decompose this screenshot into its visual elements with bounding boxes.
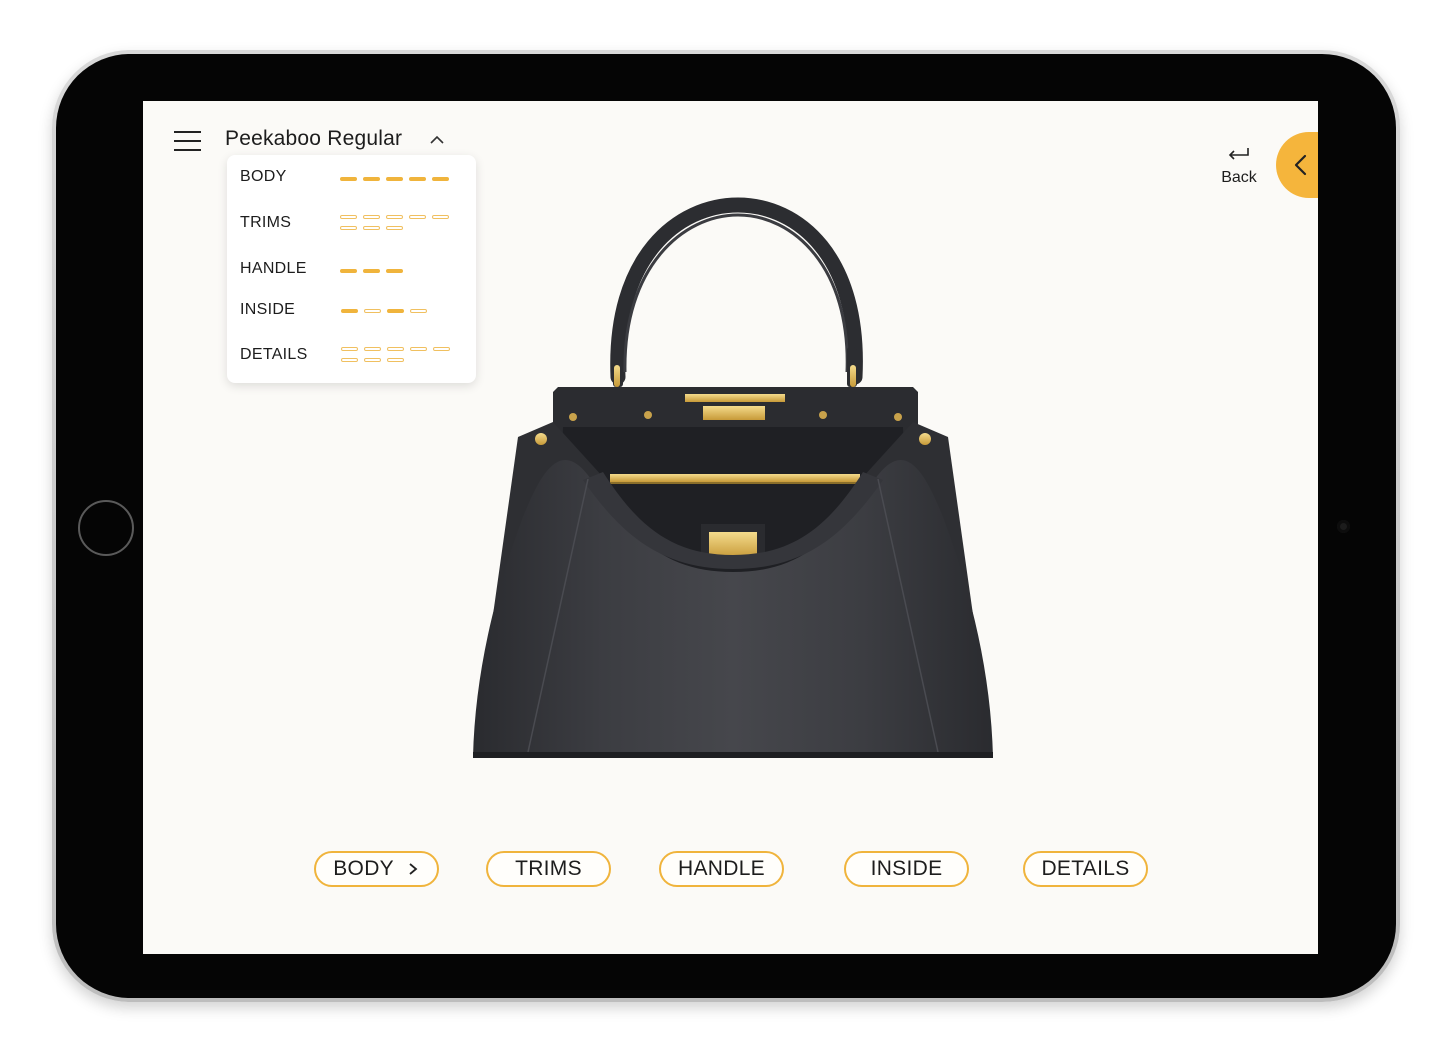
progress-pill xyxy=(387,358,404,362)
progress-pill xyxy=(363,226,380,230)
progress-pill xyxy=(341,358,358,362)
progress-pill xyxy=(364,309,381,313)
tab-label-handle: HANDLE xyxy=(678,857,765,880)
home-button[interactable] xyxy=(78,500,134,556)
progress-pill xyxy=(410,347,427,351)
progress-pill xyxy=(363,269,380,273)
collapse-panel-button[interactable] xyxy=(1276,132,1318,198)
panel-row-handle[interactable]: HANDLE xyxy=(227,259,476,285)
panel-row-trims[interactable]: TRIMS xyxy=(227,213,476,239)
progress-pill xyxy=(432,215,449,219)
chevron-up-icon[interactable] xyxy=(429,133,445,147)
panel-row-body[interactable]: BODY xyxy=(227,167,476,193)
tab-label-details: DETAILS xyxy=(1041,857,1130,880)
panel-label-handle: HANDLE xyxy=(240,260,307,277)
tab-inside[interactable]: INSIDE xyxy=(844,851,969,887)
product-title[interactable]: Peekaboo Regular xyxy=(225,127,402,151)
progress-pill xyxy=(340,177,357,181)
chevron-right-icon xyxy=(409,863,418,875)
tab-label-trims: TRIMS xyxy=(515,857,582,880)
panel-label-body: BODY xyxy=(240,168,287,185)
return-arrow-icon xyxy=(1228,148,1249,160)
progress-pill xyxy=(387,309,404,313)
progress-pill xyxy=(386,226,403,230)
progress-pill xyxy=(432,177,449,181)
panel-label-inside: INSIDE xyxy=(240,301,296,318)
section-tabs: BODY TRIMS HANDLE INSIDE DETAILS xyxy=(143,851,1318,891)
progress-pill xyxy=(340,226,357,230)
progress-pill xyxy=(363,215,380,219)
progress-pill xyxy=(340,215,357,219)
handbag-image xyxy=(473,197,993,758)
back-button[interactable]: Back xyxy=(1213,146,1265,187)
tab-handle[interactable]: HANDLE xyxy=(659,851,784,887)
progress-pill xyxy=(341,347,358,351)
panel-label-details: DETAILS xyxy=(240,346,308,363)
panel-row-details[interactable]: DETAILS xyxy=(227,345,476,371)
tab-label-body: BODY xyxy=(333,857,394,880)
progress-pill xyxy=(409,215,426,219)
progress-pill xyxy=(409,177,426,181)
progress-pill xyxy=(410,309,427,313)
back-label: Back xyxy=(1221,169,1257,186)
progress-pill xyxy=(386,215,403,219)
tab-label-inside: INSIDE xyxy=(870,857,943,880)
progress-pill xyxy=(341,309,358,313)
tab-body[interactable]: BODY xyxy=(314,851,439,887)
panel-row-inside[interactable]: INSIDE xyxy=(227,300,476,326)
progress-pill xyxy=(387,347,404,351)
progress-pill xyxy=(433,347,450,351)
progress-pill xyxy=(363,177,380,181)
progress-pill xyxy=(340,269,357,273)
app-screen: Peekaboo Regular BODY TRIMS HANDLE INSID… xyxy=(143,101,1318,954)
front-camera xyxy=(1337,520,1350,533)
hamburger-menu-icon[interactable] xyxy=(174,131,202,153)
tab-trims[interactable]: TRIMS xyxy=(486,851,611,887)
tab-details[interactable]: DETAILS xyxy=(1023,851,1148,887)
chevron-left-icon xyxy=(1294,154,1307,176)
progress-pill xyxy=(364,347,381,351)
panel-label-trims: TRIMS xyxy=(240,214,292,231)
customization-progress-panel: BODY TRIMS HANDLE INSIDE DETAILS xyxy=(227,155,476,383)
progress-pill xyxy=(386,269,403,273)
progress-pill xyxy=(386,177,403,181)
progress-pill xyxy=(364,358,381,362)
